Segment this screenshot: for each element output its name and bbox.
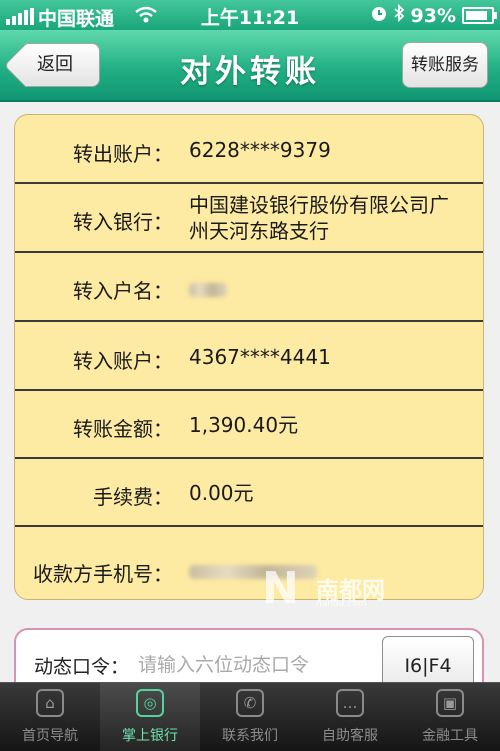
detail-row-phone: 收款方手机号：: [15, 527, 483, 599]
tab-contact-label: 联系我们: [222, 728, 278, 744]
detail-row-to-name: 转入户名：: [15, 253, 483, 322]
navigation-bar: 返回 对外转账 转账服务: [0, 30, 500, 102]
detail-row-to-bank: 转入银行： 中国建设银行股份有限公司广州天河东路支行: [15, 184, 483, 253]
to-bank-value: 中国建设银行股份有限公司广州天河东路支行: [189, 193, 449, 243]
nandu-logo-icon: N: [262, 563, 299, 614]
transfer-details-card: 转出账户： 6228****9379 转入银行： 中国建设银行股份有限公司广州天…: [14, 114, 484, 600]
clock-icon: [371, 5, 387, 27]
to-name-label: 转入户名：: [73, 279, 173, 303]
tab-contact[interactable]: ✆ 联系我们: [200, 683, 300, 751]
to-name-value: [189, 275, 465, 301]
tab-mobile-bank-label: 掌上银行: [122, 728, 178, 744]
tab-bar: ⌂ 首页导航 ◎ 掌上银行 ✆ 联系我们 … 自助客服 ▣ 金融工具: [0, 682, 500, 751]
from-account-value: 6228****9379: [189, 138, 331, 162]
tab-self-service[interactable]: … 自助客服: [300, 683, 400, 751]
tab-home-label: 首页导航: [22, 728, 78, 744]
tab-self-service-label: 自助客服: [322, 728, 378, 744]
tab-home[interactable]: ⌂ 首页导航: [0, 683, 100, 751]
amount-label: 转账金额：: [73, 417, 173, 441]
to-account-value: 4367****4441: [189, 345, 331, 369]
to-bank-label: 转入银行：: [73, 210, 173, 234]
status-bar: 中国联通 上午11:21 93%: [0, 0, 500, 30]
tab-finance-tools-label: 金融工具: [422, 728, 478, 744]
fee-label: 手续费：: [93, 485, 173, 509]
phone-icon: ✆: [236, 689, 264, 717]
amount-value: 1,390.40元: [189, 413, 299, 437]
home-icon: ⌂: [36, 689, 64, 717]
to-account-label: 转入账户：: [73, 349, 173, 373]
battery-percent: 93%: [410, 4, 456, 27]
dynamic-code-label: 动态口令：: [34, 656, 130, 678]
dynamic-code-input[interactable]: [136, 646, 390, 684]
watermark-logo: N 南都网 nandu.com: [262, 567, 412, 617]
briefcase-icon: ▣: [436, 689, 464, 717]
detail-row-fee: 手续费： 0.00元: [15, 459, 483, 527]
status-right-icons: 93%: [371, 3, 497, 27]
fee-value: 0.00元: [189, 481, 254, 505]
detail-row-from-account: 转出账户： 6228****9379: [15, 115, 483, 184]
phone-label: 收款方手机号：: [33, 562, 173, 586]
tab-finance-tools[interactable]: ▣ 金融工具: [400, 683, 500, 751]
battery-icon: [462, 7, 497, 24]
bluetooth-icon: [393, 3, 405, 27]
detail-row-to-account: 转入账户： 4367****4441: [15, 322, 483, 391]
tab-mobile-bank[interactable]: ◎ 掌上银行: [100, 683, 200, 751]
watermark-url: nandu.com: [316, 599, 367, 609]
chat-icon: …: [336, 689, 364, 717]
transfer-service-button[interactable]: 转账服务: [402, 42, 488, 88]
bank-icon: ◎: [136, 689, 164, 717]
detail-row-amount: 转账金额： 1,390.40元: [15, 391, 483, 459]
from-account-label: 转出账户：: [73, 142, 173, 166]
blurred-name: [189, 282, 227, 297]
